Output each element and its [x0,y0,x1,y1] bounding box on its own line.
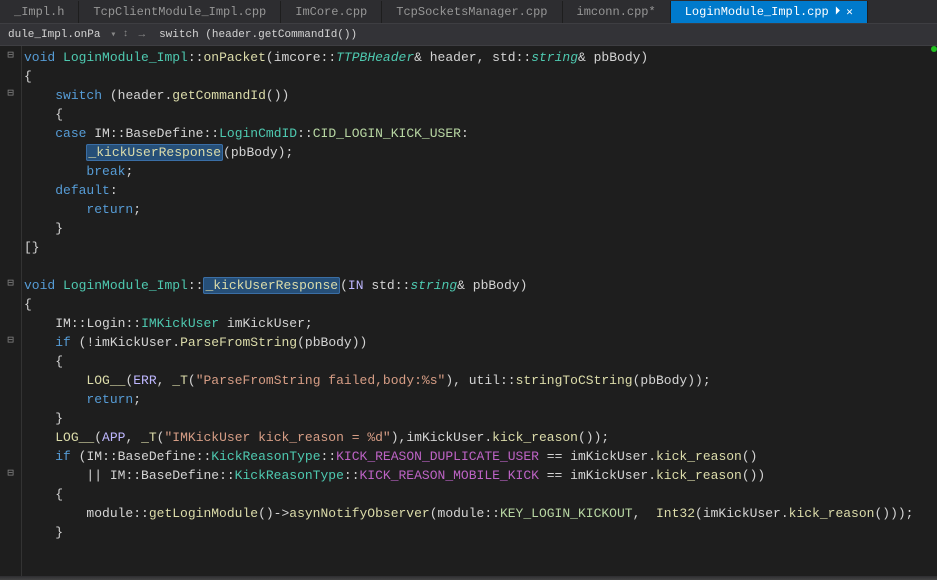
editor-area: ⊟ ⊟ ⊟ ⊟ ⊟ void LoginModule_Impl::onPacke… [0,46,937,580]
navigation-bar: dule_Impl.onPa ▾ ↕ → switch (header.getC… [0,24,937,46]
nav-sep-icon: → [134,29,149,41]
tab-tcpclient[interactable]: TcpClientModule_Impl.cpp [79,1,281,23]
nav-function[interactable]: switch (header.getCommandId()) [155,29,361,41]
tab-sockets[interactable]: TcpSocketsManager.cpp [382,1,562,23]
tab-close-icon[interactable]: ✕ [846,5,853,19]
status-indicator-icon [931,46,937,52]
nav-scope[interactable]: dule_Impl.onPa [4,29,104,41]
fold-toggle[interactable]: ⊟ [0,276,21,295]
fold-toggle[interactable]: ⊟ [0,86,21,105]
nav-dropdown-icon[interactable]: ▾ [110,29,116,41]
nav-arrows-icon[interactable]: ↕ [122,29,128,40]
fold-gutter: ⊟ ⊟ ⊟ ⊟ ⊟ [0,46,22,580]
tab-imcore[interactable]: ImCore.cpp [281,1,382,23]
fold-toggle[interactable]: ⊟ [0,48,21,67]
tab-pin-icon[interactable]: ⏵ [835,6,841,18]
tab-loginmodule[interactable]: LoginModule_Impl.cpp ⏵ ✕ [671,1,868,23]
fold-toggle[interactable]: ⊟ [0,333,21,352]
tab-imconn[interactable]: imconn.cpp* [563,1,671,23]
fold-toggle[interactable]: ⊟ [0,466,21,485]
tab-bar: _Impl.h TcpClientModule_Impl.cpp ImCore.… [0,0,937,24]
bottom-bar [0,576,937,580]
tab-h[interactable]: _Impl.h [0,1,79,23]
code-pane[interactable]: void LoginModule_Impl::onPacket(imcore::… [22,46,937,580]
